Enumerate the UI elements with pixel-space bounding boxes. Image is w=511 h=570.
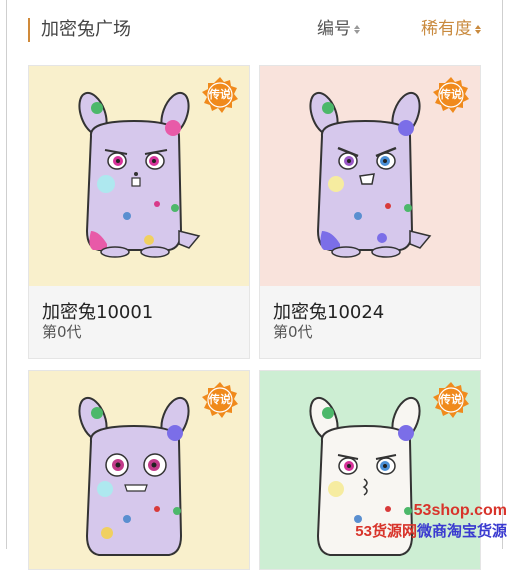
sort-rarity-label: 稀有度: [421, 17, 472, 41]
rabbit-card[interactable]: 传说: [28, 370, 250, 570]
watermark-url: 53shop.com: [355, 502, 507, 520]
legendary-badge: 传说: [432, 381, 470, 419]
sort-number-label: 编号: [317, 17, 351, 41]
title-accent-bar: [28, 18, 30, 42]
rabbit-card[interactable]: 传说 加密兔10001 第0代: [28, 65, 250, 359]
badge-label: 传说: [432, 381, 470, 419]
badge-label: 传说: [201, 381, 239, 419]
main-panel: 加密兔广场 编号 稀有度: [6, 0, 503, 549]
watermark-brand-blue: 微商淘宝货源: [417, 523, 507, 540]
rabbit-generation: 第0代: [273, 321, 313, 342]
rabbit-card[interactable]: 传说 加密兔10024 第0代: [259, 65, 481, 359]
sort-by-rarity-button[interactable]: 稀有度: [421, 17, 481, 41]
legendary-badge: 传说: [201, 76, 239, 114]
watermark: 53shop.com 53货源网微商淘宝货源: [355, 502, 507, 541]
card-info: 加密兔10001 第0代: [29, 286, 249, 358]
page-header: 加密兔广场 编号 稀有度: [7, 0, 504, 57]
rabbit-generation: 第0代: [42, 321, 82, 342]
sort-arrows-icon: [475, 25, 481, 34]
card-info: 加密兔10024 第0代: [260, 286, 480, 358]
watermark-brand-num: 53: [355, 523, 372, 540]
sort-by-number-button[interactable]: 编号: [317, 17, 360, 41]
legendary-badge: 传说: [201, 381, 239, 419]
watermark-brand-red: 货源网: [372, 523, 417, 540]
watermark-brand: 53货源网微商淘宝货源: [355, 520, 507, 541]
legendary-badge: 传说: [432, 76, 470, 114]
page-title: 加密兔广场: [41, 18, 131, 42]
sort-arrows-icon: [354, 25, 360, 34]
badge-label: 传说: [432, 76, 470, 114]
badge-label: 传说: [201, 76, 239, 114]
